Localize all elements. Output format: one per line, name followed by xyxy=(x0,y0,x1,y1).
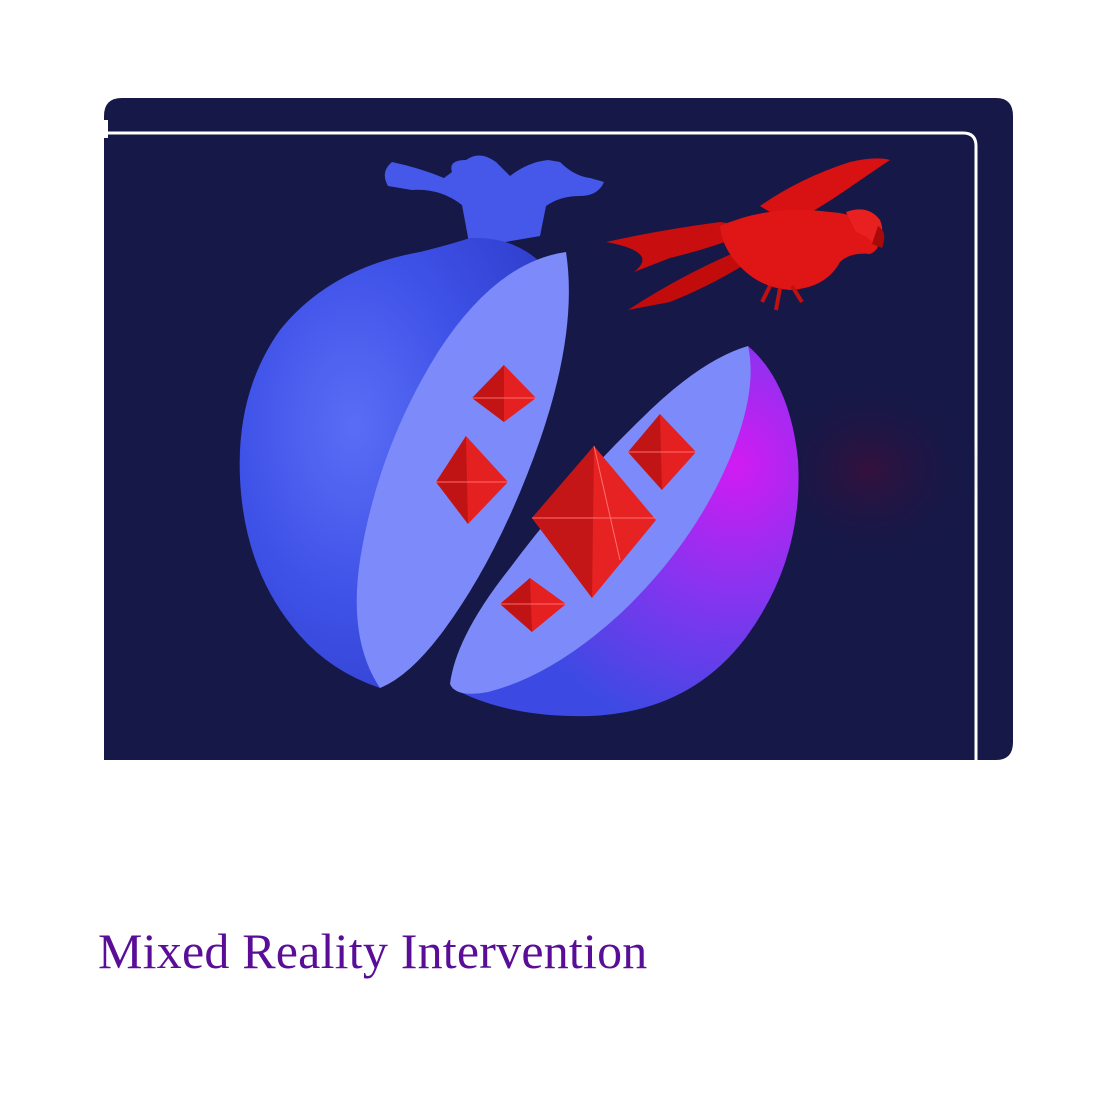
artwork xyxy=(100,98,1013,760)
caption-title: Mixed Reality Intervention xyxy=(98,923,648,979)
panel-notch xyxy=(100,120,108,138)
